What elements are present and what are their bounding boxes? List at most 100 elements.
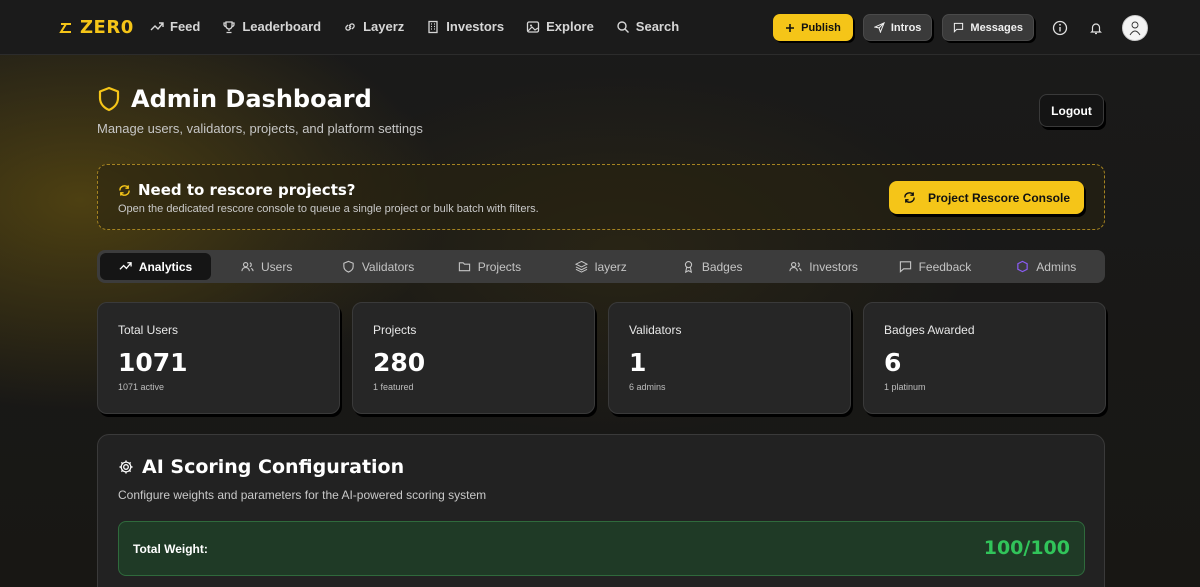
tab-label: Users <box>261 259 293 274</box>
tab-label: Badges <box>701 259 743 274</box>
stat-card-projects: Projects 280 1 featured <box>352 302 595 414</box>
publish-button[interactable]: Publish <box>773 14 853 41</box>
search-icon <box>617 20 629 33</box>
info-icon <box>1052 20 1068 35</box>
messages-button-label: Messages <box>970 21 1023 34</box>
stat-sub: 1 featured <box>373 382 414 392</box>
trophy-icon <box>223 20 235 33</box>
total-weight-value: 100/100 <box>983 537 1070 559</box>
tab-validators[interactable]: Validators <box>322 253 433 280</box>
nav-link-label: Layerz <box>363 19 405 34</box>
page-subtitle: Manage users, validators, projects, and … <box>97 121 423 136</box>
nav-link-label: Explore <box>546 19 594 34</box>
brand-logo[interactable]: ZER0 <box>58 17 134 38</box>
shield-icon <box>343 260 354 273</box>
stat-value: 280 <box>373 348 426 377</box>
hexagon-icon <box>1017 260 1029 273</box>
user-avatar[interactable] <box>1122 14 1148 41</box>
tab-feedback[interactable]: Feedback <box>879 253 990 280</box>
nav-link-label: Investors <box>446 19 505 34</box>
nav-link-feed[interactable]: Feed <box>150 19 200 34</box>
tab-investors[interactable]: Investors <box>768 253 879 280</box>
stat-label: Projects <box>373 323 417 337</box>
tab-label: Feedback <box>918 259 972 274</box>
stat-card-total-users: Total Users 1071 1071 active <box>97 302 340 414</box>
tab-projects[interactable]: Projects <box>434 253 545 280</box>
stat-card-validators: Validators 1 6 admins <box>608 302 851 414</box>
building-icon <box>428 20 438 33</box>
ai-scoring-panel: AI Scoring Configuration Configure weigh… <box>97 434 1105 587</box>
ai-scoring-title: AI Scoring Configuration <box>142 456 405 478</box>
plus-icon <box>786 23 795 32</box>
image-icon <box>526 20 540 33</box>
project-rescore-console-button[interactable]: Project Rescore Console <box>888 181 1084 214</box>
send-icon <box>873 22 885 33</box>
messages-button[interactable]: Messages <box>942 14 1034 41</box>
gear-icon <box>119 460 133 474</box>
tab-label: Investors <box>809 259 858 274</box>
users-icon <box>241 261 254 272</box>
stat-label: Badges Awarded <box>884 323 975 337</box>
trending-up-icon <box>119 262 132 270</box>
bell-icon <box>1090 22 1102 34</box>
layers-icon <box>574 260 588 273</box>
intros-button-label: Intros <box>890 21 922 34</box>
rescore-banner-title: Need to rescore projects? <box>138 181 356 199</box>
top-navbar: ZER0 Feed Leaderboard Layerz Investors E… <box>0 0 1200 55</box>
nav-link-layerz[interactable]: Layerz <box>343 19 404 34</box>
total-weight-box: Total Weight: 100/100 <box>118 521 1085 576</box>
notifications-button[interactable] <box>1086 18 1106 38</box>
stat-value: 1 <box>629 348 647 377</box>
tab-users[interactable]: Users <box>211 253 322 280</box>
logout-button[interactable]: Logout <box>1039 94 1104 127</box>
shield-icon <box>98 86 120 112</box>
tab-label: Analytics <box>138 259 193 274</box>
tab-label: Projects <box>477 259 522 274</box>
nav-link-label: Search <box>635 19 680 34</box>
nav-link-leaderboard[interactable]: Leaderboard <box>222 19 321 34</box>
nav-link-investors[interactable]: Investors <box>426 19 504 34</box>
tab-badges[interactable]: Badges <box>657 253 768 280</box>
refresh-icon <box>119 184 130 196</box>
tab-label: Admins <box>1036 259 1077 274</box>
project-rescore-console-label: Project Rescore Console <box>927 190 1070 205</box>
ai-scoring-description: Configure weights and parameters for the… <box>118 488 487 502</box>
info-button[interactable] <box>1050 18 1070 38</box>
nav-link-label: Leaderboard <box>242 19 322 34</box>
ai-scoring-title-row: AI Scoring Configuration <box>118 456 404 478</box>
stat-card-badges-awarded: Badges Awarded 6 1 platinum <box>863 302 1106 414</box>
publish-button-label: Publish <box>801 21 841 34</box>
stat-sub: 6 admins <box>629 382 666 392</box>
nav-link-search[interactable]: Search <box>616 19 679 34</box>
stat-value: 1071 <box>118 348 188 377</box>
stat-label: Total Users <box>118 323 179 337</box>
link-icon <box>345 22 355 31</box>
tab-admins[interactable]: Admins <box>991 253 1102 280</box>
tab-label: Validators <box>361 259 415 274</box>
rescore-banner: Need to rescore projects? Open the dedic… <box>97 164 1105 230</box>
stat-sub: 1 platinum <box>884 382 926 392</box>
tab-layerz[interactable]: layerz <box>545 253 656 280</box>
users-icon <box>789 261 802 272</box>
rescore-banner-title-row: Need to rescore projects? <box>118 181 356 199</box>
message-icon <box>899 261 911 273</box>
zero-logo-icon <box>59 22 71 33</box>
admin-tabs: Analytics Users Validators Projects laye… <box>97 250 1105 283</box>
refresh-icon <box>904 192 915 203</box>
stat-label: Validators <box>629 323 682 337</box>
total-weight-label: Total Weight: <box>133 542 208 556</box>
nav-link-label: Feed <box>170 19 201 34</box>
nav-link-explore[interactable]: Explore <box>526 19 594 34</box>
award-icon <box>684 261 692 273</box>
tab-label: layerz <box>594 259 627 274</box>
tab-analytics[interactable]: Analytics <box>100 253 211 280</box>
brand-name: ZER0 <box>80 17 134 38</box>
rescore-banner-description: Open the dedicated rescore console to qu… <box>118 203 539 215</box>
avatar-sketch-icon <box>1129 21 1141 35</box>
intros-button[interactable]: Intros <box>862 14 933 41</box>
stat-value: 6 <box>884 348 902 377</box>
message-icon <box>954 22 964 33</box>
stat-sub: 1071 active <box>118 382 165 392</box>
trending-up-icon <box>150 21 164 30</box>
page-title: Admin Dashboard <box>131 85 372 113</box>
